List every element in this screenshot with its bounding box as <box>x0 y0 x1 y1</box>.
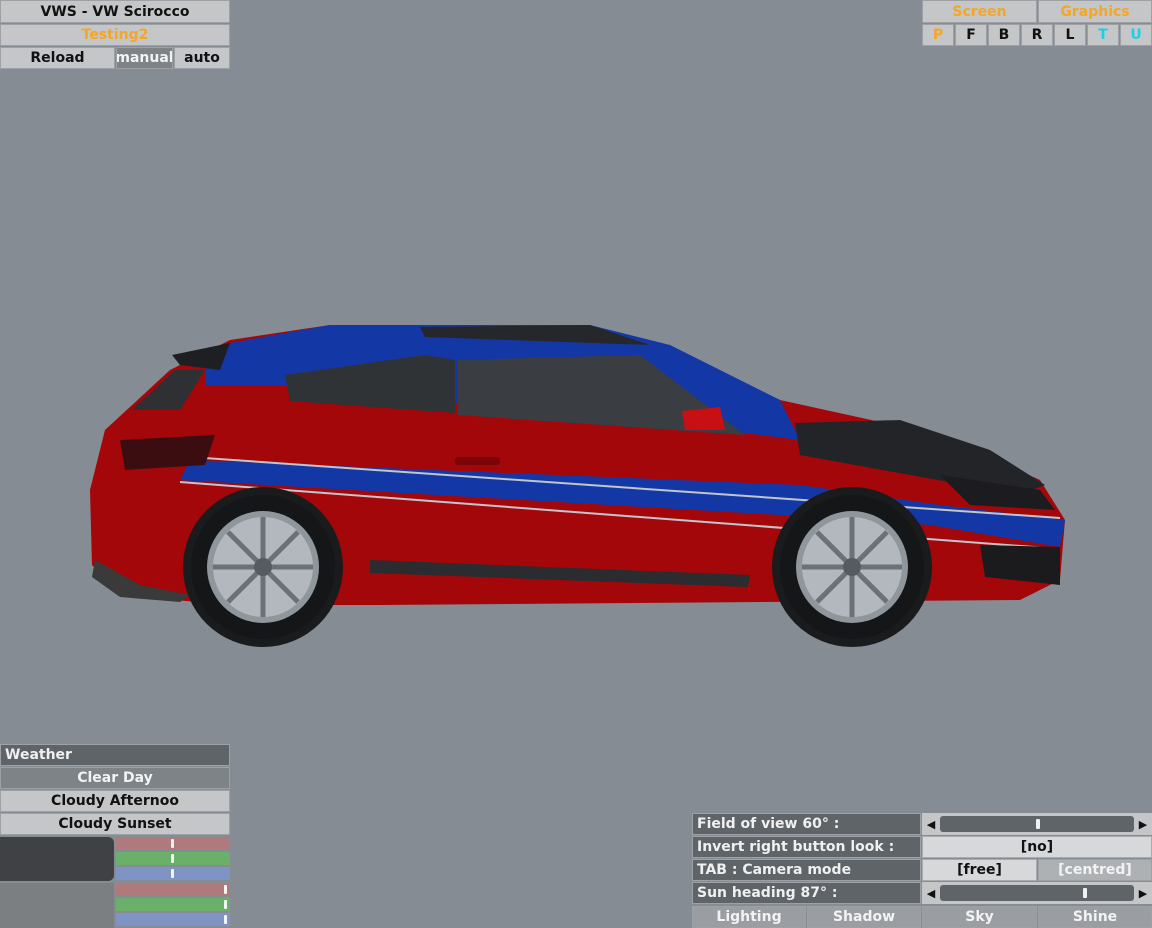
front-wheel <box>780 495 924 639</box>
slider-thumb[interactable] <box>171 869 174 878</box>
color2-green-slider[interactable] <box>116 898 230 911</box>
color2-blue-slider[interactable] <box>116 913 230 926</box>
right-arrow-icon[interactable]: ▶ <box>1136 882 1150 904</box>
tab-shadow[interactable]: Shadow <box>807 906 921 928</box>
tab-shine[interactable]: Shine <box>1038 906 1152 928</box>
view-t-button[interactable]: T <box>1087 24 1119 46</box>
weather-cloudy-sunset[interactable]: Cloudy Sunset <box>0 813 230 835</box>
skin-name[interactable]: Testing2 <box>0 24 230 46</box>
color2-red-slider[interactable] <box>116 883 230 896</box>
tail-light <box>120 435 215 470</box>
color1-blue-slider[interactable] <box>116 867 230 880</box>
left-arrow-icon[interactable]: ◀ <box>924 813 938 835</box>
tab-sky[interactable]: Sky <box>922 906 1037 928</box>
manual-button[interactable]: manual <box>116 47 173 69</box>
view-r-button[interactable]: R <box>1021 24 1053 46</box>
sun-heading-label: Sun heading 87° : <box>692 882 921 904</box>
camera-mode-free[interactable]: [free] <box>922 859 1037 881</box>
left-arrow-icon[interactable]: ◀ <box>924 882 938 904</box>
view-f-button[interactable]: F <box>955 24 987 46</box>
color1-green-slider[interactable] <box>116 852 230 865</box>
side-mirror <box>682 407 725 430</box>
view-b-button[interactable]: B <box>988 24 1020 46</box>
weather-clear-day[interactable]: Clear Day <box>0 767 230 789</box>
color1-red-slider[interactable] <box>116 837 230 850</box>
slider-thumb[interactable] <box>224 915 227 924</box>
slider-thumb[interactable] <box>171 839 174 848</box>
tab-lighting[interactable]: Lighting <box>692 906 806 928</box>
slider-thumb[interactable] <box>224 885 227 894</box>
slider-thumb[interactable] <box>171 854 174 863</box>
fov-label: Field of view 60° : <box>692 813 921 835</box>
sun-track[interactable] <box>940 885 1134 901</box>
door-handle <box>455 457 500 465</box>
screen-button[interactable]: Screen <box>922 0 1037 23</box>
fov-slider[interactable]: ◀ ▶ <box>922 813 1152 835</box>
camera-mode-centred[interactable]: [centred] <box>1038 859 1152 881</box>
weather-title: Weather <box>0 744 230 766</box>
reload-button[interactable]: Reload <box>0 47 115 69</box>
slider-thumb[interactable] <box>224 900 227 909</box>
camera-mode-label: TAB : Camera mode <box>692 859 921 881</box>
fov-thumb[interactable] <box>1036 819 1040 829</box>
auto-button[interactable]: auto <box>174 47 230 69</box>
sun-thumb[interactable] <box>1082 888 1087 898</box>
rear-wheel <box>191 495 335 639</box>
car-title: VWS - VW Scirocco <box>0 0 230 23</box>
view-p-button[interactable]: P <box>922 24 954 46</box>
car-viewport[interactable] <box>80 315 1080 650</box>
view-l-button[interactable]: L <box>1054 24 1086 46</box>
color-preview-2 <box>0 883 114 928</box>
view-u-button[interactable]: U <box>1120 24 1152 46</box>
weather-cloudy-afternoon[interactable]: Cloudy Afternoo <box>0 790 230 812</box>
graphics-button[interactable]: Graphics <box>1038 0 1152 23</box>
sun-heading-slider[interactable]: ◀ ▶ <box>922 882 1152 904</box>
right-arrow-icon[interactable]: ▶ <box>1136 813 1150 835</box>
invert-look-toggle[interactable]: [no] <box>922 836 1152 858</box>
invert-look-label: Invert right button look : <box>692 836 921 858</box>
color-preview-1 <box>0 837 114 881</box>
